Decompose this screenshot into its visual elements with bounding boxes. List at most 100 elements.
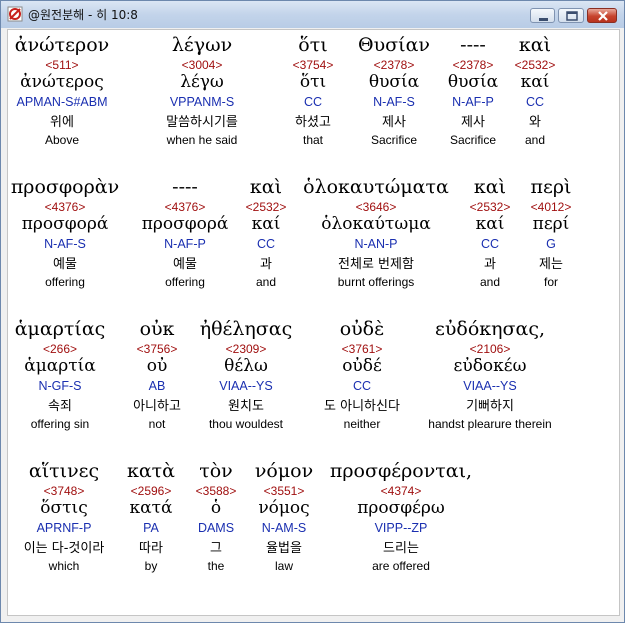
word-column[interactable]: τὸν <3588> ὁ DAMS 그 the bbox=[186, 460, 246, 580]
english-gloss: and bbox=[255, 275, 277, 289]
lemma-word: θυσία bbox=[368, 72, 420, 92]
word-column[interactable]: προσφέρονται, <4374> προσφέρω VIPP--ZP 드리는 ar… bbox=[321, 460, 481, 580]
parsing-code: N-AF-S bbox=[373, 95, 415, 109]
english-gloss: Sacrifice bbox=[370, 133, 417, 147]
minimize-icon bbox=[539, 18, 548, 21]
word-column[interactable]: οὐδὲ <3761> οὐδέ CC 도 아니하신다 neither bbox=[307, 318, 417, 438]
word-column[interactable]: ἠθέλησας <2309> θέλω VIAA--YS 원치도 thou woulde… bbox=[191, 318, 301, 438]
window-title: @원전분해 - 히 10:8 bbox=[28, 8, 138, 22]
korean-gloss: 속죄 bbox=[48, 399, 72, 414]
english-gloss: by bbox=[144, 559, 158, 573]
greek-word: αἵτινες bbox=[28, 460, 100, 482]
parsing-code: CC bbox=[480, 237, 500, 251]
maximize-button[interactable] bbox=[558, 8, 584, 23]
strong-number: <3754> bbox=[292, 58, 334, 72]
strong-number: <2106> bbox=[469, 342, 511, 356]
english-gloss: thou wouldest bbox=[208, 417, 284, 431]
greek-word: ὅτι bbox=[298, 34, 328, 56]
word-column[interactable]: καὶ <2532> καί CC 과 and bbox=[460, 176, 520, 296]
word-column[interactable]: ὁλοκαυτώματα <3646> ὁλοκαύτωμα N-AN-P 전체로 번제… bbox=[296, 176, 456, 296]
strong-number: <2532> bbox=[469, 200, 511, 214]
word-column[interactable]: οὐκ <3756> οὐ AB 아니하고 not bbox=[117, 318, 197, 438]
app-icon[interactable] bbox=[7, 6, 23, 22]
greek-word: καὶ bbox=[249, 176, 283, 198]
parsing-code: CC bbox=[303, 95, 323, 109]
greek-word: οὐκ bbox=[139, 318, 175, 340]
lemma-word: περί bbox=[532, 214, 570, 234]
word-column[interactable]: Θυσίαν <2378> θυσία N-AF-S 제사 Sacrifice bbox=[349, 34, 439, 154]
english-gloss: offering bbox=[45, 275, 85, 289]
greek-word: οὐδὲ bbox=[339, 318, 385, 340]
greek-word: εὐδόκησας, bbox=[434, 318, 545, 340]
korean-gloss: 과 bbox=[484, 257, 496, 272]
word-column[interactable]: ---- <2378> θυσία N-AF-P 제사 Sacrifice bbox=[433, 34, 513, 154]
strong-number: <3551> bbox=[263, 484, 305, 498]
word-column[interactable]: ὅτι <3754> ὅτι CC 하셨고 that bbox=[278, 34, 348, 154]
close-icon bbox=[598, 11, 608, 21]
strong-number: <3748> bbox=[43, 484, 85, 498]
lemma-word: ὁλοκαύτωμα bbox=[321, 214, 431, 234]
korean-gloss: 전체로 번제함 bbox=[338, 257, 414, 272]
english-gloss: handst plearure therein bbox=[428, 417, 552, 431]
korean-gloss: 하셨고 bbox=[295, 115, 331, 130]
word-column[interactable]: ἀνώτερον <511> ἀνώτερος APMAN-S#ABM 위에 Above bbox=[8, 34, 117, 154]
strong-number: <2378> bbox=[373, 58, 415, 72]
lemma-word: κατά bbox=[129, 498, 173, 518]
strong-number: <511> bbox=[45, 58, 79, 72]
english-gloss: neither bbox=[343, 417, 381, 431]
maximize-icon bbox=[566, 11, 578, 21]
strong-number: <2378> bbox=[452, 58, 494, 72]
greek-word: ἁμαρτίας bbox=[14, 318, 106, 340]
korean-gloss: 드리는 bbox=[383, 541, 419, 556]
greek-word: τὸν bbox=[199, 460, 233, 482]
minimize-button[interactable] bbox=[530, 8, 555, 23]
lemma-word: ἀνώτερος bbox=[20, 72, 104, 92]
word-column[interactable]: καὶ <2532> καί CC 와 and bbox=[505, 34, 565, 154]
strong-number: <2532> bbox=[245, 200, 287, 214]
english-gloss: and bbox=[479, 275, 501, 289]
korean-gloss: 예물 bbox=[53, 257, 77, 272]
strong-number: <3588> bbox=[195, 484, 237, 498]
greek-word: ἀνώτερον bbox=[14, 34, 110, 56]
strong-number: <4374> bbox=[380, 484, 422, 498]
word-column[interactable]: κατὰ <2596> κατά PA 따라 by bbox=[116, 460, 186, 580]
app-window: @원전분해 - 히 10:8 ἀνώτερον <511> ἀνώτερος APMA… bbox=[0, 0, 625, 623]
word-column[interactable]: λέγων <3004> λέγω VPPANM-S 말씀하시기를 when he sai… bbox=[137, 34, 267, 154]
korean-gloss: 도 아니하신다 bbox=[324, 399, 400, 414]
english-gloss: that bbox=[302, 133, 323, 147]
english-gloss: not bbox=[148, 417, 166, 431]
word-column[interactable]: νόμον <3551> νόμος N-AM-S 율법을 law bbox=[244, 460, 324, 580]
korean-gloss: 제사 bbox=[382, 115, 406, 130]
word-column[interactable]: καὶ <2532> καί CC 과 and bbox=[236, 176, 296, 296]
word-column[interactable]: εὐδόκησας, <2106> εὐδοκέω VIAA--YS 기뻐하지 hands… bbox=[410, 318, 570, 438]
word-column[interactable]: ἁμαρτίας <266> ἁμαρτία N-GF-S 속죄 offering sin bbox=[8, 318, 112, 438]
word-column[interactable]: ---- <4376> προσφορά N-AF-P 예물 offering bbox=[130, 176, 240, 296]
korean-gloss: 이는 다-것이라 bbox=[23, 541, 105, 556]
english-gloss: Sacrifice bbox=[449, 133, 496, 147]
lemma-word: ὅστις bbox=[40, 498, 88, 518]
word-column[interactable]: αἵτινες <3748> ὅστις APRNF-P 이는 다-것이라 which bbox=[8, 460, 120, 580]
parsing-code: VPPANM-S bbox=[169, 95, 235, 109]
greek-word: λέγων bbox=[171, 34, 233, 56]
greek-word: ---- bbox=[172, 176, 198, 198]
word-column[interactable]: προσφορὰν <4376> προσφορά N-AF-S 예물 offering bbox=[9, 176, 121, 296]
korean-gloss: 예물 bbox=[173, 257, 197, 272]
strong-number: <2532> bbox=[514, 58, 556, 72]
parsing-code: VIPP--ZP bbox=[374, 521, 428, 535]
greek-word: νόμον bbox=[254, 460, 314, 482]
korean-gloss: 기뻐하지 bbox=[466, 399, 514, 414]
english-gloss: when he said bbox=[166, 133, 238, 147]
greek-word: ---- bbox=[460, 34, 486, 56]
lemma-word: θυσία bbox=[447, 72, 499, 92]
strong-number: <2596> bbox=[130, 484, 172, 498]
korean-gloss: 그 bbox=[210, 541, 222, 556]
lemma-word: προσφορά bbox=[141, 214, 229, 234]
word-column[interactable]: περὶ <4012> περί G 제는 for bbox=[521, 176, 581, 296]
lemma-word: καί bbox=[475, 214, 505, 234]
lemma-word: ὁ bbox=[210, 498, 222, 518]
close-button[interactable] bbox=[587, 8, 617, 23]
strong-number: <2309> bbox=[225, 342, 267, 356]
parsing-code: CC bbox=[256, 237, 276, 251]
parsing-code: N-AF-P bbox=[164, 237, 206, 251]
title-bar[interactable]: @원전분해 - 히 10:8 bbox=[1, 1, 624, 28]
